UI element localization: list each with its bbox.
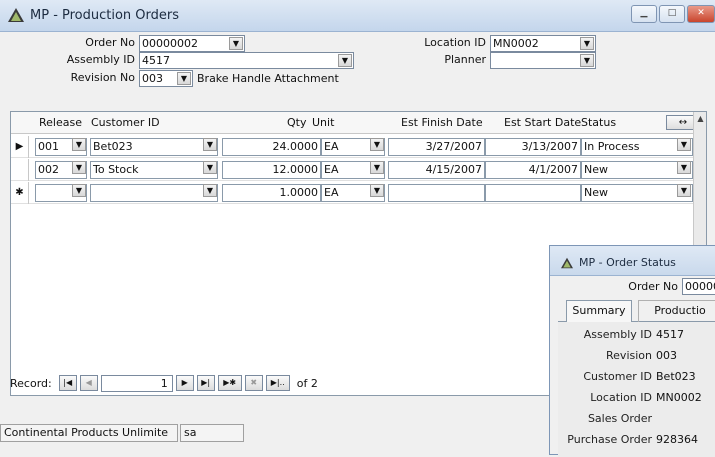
table-row[interactable]: 002 ▼ To Stock ▼ 12.0000 EA ▼ 4/15/2007 4/1…	[11, 159, 694, 181]
planner-label: Planner	[444, 53, 486, 66]
column-header-status[interactable]: Status	[581, 116, 616, 129]
grid-header: Release Customer ID Qty Unit Est Finish …	[11, 112, 700, 134]
previous-record-button[interactable]: ◀	[79, 375, 98, 391]
field-label: Assembly ID	[583, 328, 652, 341]
order-status-title-bar: MP - Order Status	[550, 246, 715, 276]
column-header-release[interactable]: Release	[39, 116, 82, 129]
est-start-date-cell[interactable]	[485, 184, 581, 202]
qty-cell[interactable]: 1.0000	[222, 184, 321, 202]
new-record-button[interactable]: ▶✱	[217, 375, 242, 391]
goto-record-button[interactable]: ▶|..	[265, 375, 290, 391]
location-id-field[interactable]: MN0002 ▼	[490, 35, 596, 52]
row-selector[interactable]: ▶	[11, 136, 29, 158]
column-header-unit[interactable]: Unit	[312, 116, 334, 129]
chevron-down-icon[interactable]: ▼	[677, 138, 691, 151]
window-title: MP - Production Orders	[30, 8, 180, 23]
est-finish-date-cell[interactable]	[388, 184, 485, 202]
location-id-label: Location ID	[424, 36, 486, 49]
next-record-button[interactable]: ▶	[175, 375, 194, 391]
chevron-down-icon[interactable]: ▼	[72, 161, 86, 174]
revision-description: Brake Handle Attachment	[197, 72, 339, 85]
est-start-date-cell[interactable]: 4/1/2007	[485, 161, 581, 179]
tab-summary[interactable]: Summary	[566, 300, 632, 322]
qty-cell[interactable]: 12.0000	[222, 161, 321, 179]
table-row[interactable]: ▶ 001 ▼ Bet023 ▼ 24.0000 EA ▼ 3/27/2007 3/1…	[11, 136, 694, 158]
customer-id-value: Bet023	[656, 370, 696, 383]
chevron-down-icon[interactable]: ▼	[338, 54, 352, 67]
chevron-down-icon[interactable]: ▼	[677, 161, 691, 174]
est-start-date-cell[interactable]: 3/13/2007	[485, 138, 581, 156]
customer-id-cell[interactable]: To Stock	[90, 161, 218, 179]
status-user: sa	[180, 424, 244, 442]
chevron-down-icon[interactable]: ▼	[203, 184, 217, 197]
chevron-down-icon[interactable]: ▼	[229, 37, 243, 50]
delete-record-button[interactable]: ✖	[244, 375, 263, 391]
order-status-tabs: Summary Productio	[558, 300, 715, 322]
field-label: Sales Order	[587, 412, 652, 425]
column-header-est-start-date[interactable]: Est Start Date	[504, 116, 581, 129]
title-bar: MP - Production Orders ▁ □ ✕	[0, 0, 715, 32]
scroll-up-icon[interactable]: ▲	[694, 112, 707, 126]
est-finish-date-cell[interactable]: 4/15/2007	[388, 161, 485, 179]
status-bar: Continental Products Unlimite sa	[0, 424, 560, 444]
revision-no-field[interactable]: 003 ▼	[139, 70, 193, 87]
revision-value: 003	[656, 349, 677, 362]
order-status-window: MP - Order Status Order No 00000 Summary…	[549, 245, 715, 457]
chevron-down-icon[interactable]: ▼	[370, 161, 384, 174]
field-label: Location ID	[590, 391, 652, 404]
customer-id-cell[interactable]: Bet023	[90, 138, 218, 156]
chevron-down-icon[interactable]: ▼	[580, 54, 594, 67]
record-navigator: Record: |◀ ◀ 1 ▶ ▶| ▶✱ ✖ ▶|.. of 2	[10, 374, 318, 392]
first-record-button[interactable]: |◀	[58, 375, 77, 391]
maximize-button[interactable]: □	[659, 5, 685, 23]
chevron-down-icon[interactable]: ▼	[580, 37, 594, 50]
status-order-no-label: Order No	[628, 280, 678, 293]
tab-production[interactable]: Productio	[638, 300, 715, 322]
purchase-order-value: 928364	[656, 433, 698, 446]
table-row-new[interactable]: ✱ ▼ ▼ 1.0000 EA ▼ New ▼	[11, 182, 694, 204]
record-label: Record:	[10, 376, 52, 390]
app-logo-icon	[8, 8, 24, 22]
summary-panel: Assembly ID 4517 Revision 003 Customer I…	[558, 322, 715, 457]
chevron-down-icon[interactable]: ▼	[203, 138, 217, 151]
est-finish-date-cell[interactable]: 3/27/2007	[388, 138, 485, 156]
status-order-no-field[interactable]: 00000	[682, 278, 715, 295]
app-logo-icon	[561, 257, 573, 269]
last-record-button[interactable]: ▶|	[196, 375, 215, 391]
assembly-id-field[interactable]: 4517 ▼	[139, 52, 354, 69]
field-label: Purchase Order	[567, 433, 652, 446]
minimize-button[interactable]: ▁	[631, 5, 657, 23]
column-header-customer-id[interactable]: Customer ID	[91, 116, 160, 129]
revision-no-label: Revision No	[70, 71, 135, 84]
planner-field[interactable]: ▼	[490, 52, 596, 69]
chevron-down-icon[interactable]: ▼	[370, 138, 384, 151]
row-selector[interactable]	[11, 159, 29, 181]
column-header-est-finish-date[interactable]: Est Finish Date	[401, 116, 483, 129]
qty-cell[interactable]: 24.0000	[222, 138, 321, 156]
chevron-down-icon[interactable]: ▼	[203, 161, 217, 174]
customer-id-cell[interactable]	[90, 184, 218, 202]
record-number-field[interactable]: 1	[100, 374, 173, 392]
status-company: Continental Products Unlimite	[0, 424, 178, 442]
order-status-title: MP - Order Status	[579, 256, 676, 269]
assembly-id-value: 4517	[656, 328, 684, 341]
field-label: Revision	[606, 349, 652, 362]
chevron-down-icon[interactable]: ▼	[677, 184, 691, 197]
field-label: Customer ID	[583, 370, 652, 383]
order-no-field[interactable]: 00000002 ▼	[139, 35, 245, 52]
chevron-down-icon[interactable]: ▼	[72, 138, 86, 151]
chevron-down-icon[interactable]: ▼	[370, 184, 384, 197]
chevron-down-icon[interactable]: ▼	[177, 72, 191, 85]
location-id-value: MN0002	[656, 391, 702, 404]
record-count: of 2	[296, 376, 318, 390]
new-row-icon: ✱	[11, 182, 29, 204]
order-no-label: Order No	[85, 36, 135, 49]
column-header-qty[interactable]: Qty	[287, 116, 306, 129]
close-button[interactable]: ✕	[687, 5, 715, 23]
assembly-id-label: Assembly ID	[66, 53, 135, 66]
chevron-down-icon[interactable]: ▼	[72, 184, 86, 197]
order-header: Order No 00000002 ▼ Assembly ID 4517 ▼ Rev…	[0, 33, 715, 106]
